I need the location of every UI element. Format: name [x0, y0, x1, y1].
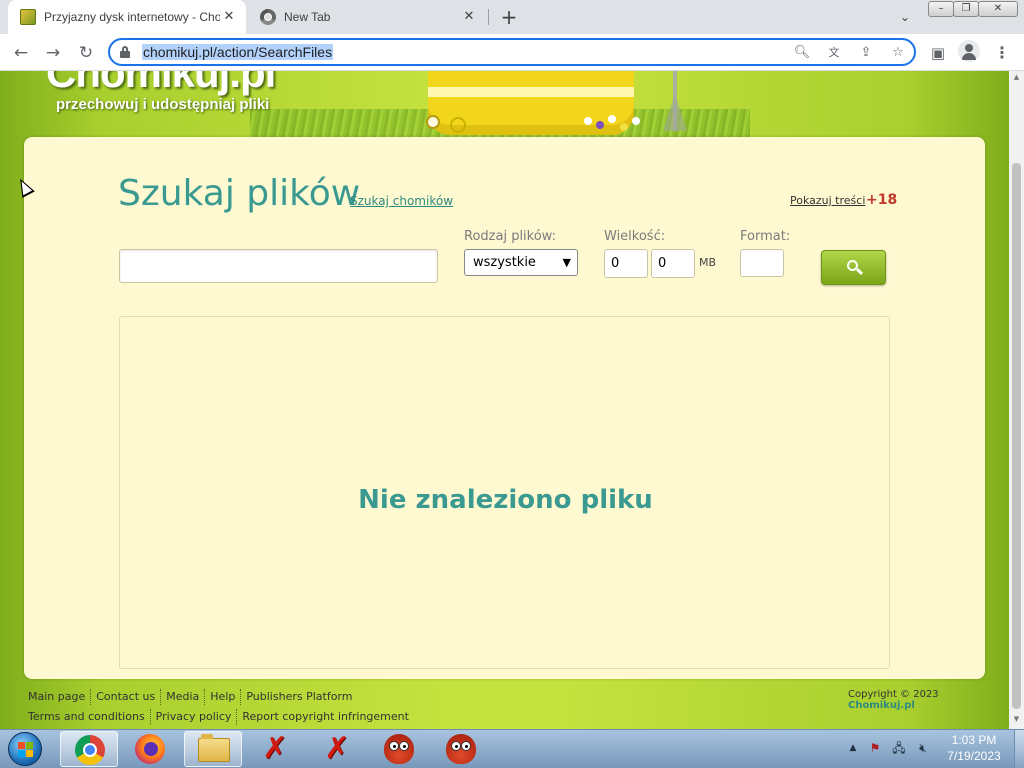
footer-link-publishers[interactable]: Publishers Platform — [241, 689, 357, 705]
tab-title: Przyjazny dysk internetowy - Cho — [44, 10, 220, 24]
footer-link-report-copyright[interactable]: Report copyright infringement — [237, 709, 414, 725]
site-tagline: przechowuj i udostępniaj pliki — [56, 96, 270, 113]
file-type-select[interactable]: wszystkie ▼ — [464, 249, 578, 276]
tab-separator — [488, 9, 489, 25]
file-type-label: Rodzaj plików: — [464, 229, 556, 244]
start-button[interactable] — [4, 730, 48, 768]
tab-close-icon[interactable]: ✕ — [220, 8, 238, 26]
search-icon[interactable]: 🔍︎ — [792, 43, 812, 63]
adult-badge[interactable]: +18 — [866, 192, 897, 208]
no-results-message: Nie znaleziono pliku — [358, 485, 653, 515]
flowers-image — [580, 111, 650, 135]
footer-link-terms[interactable]: Terms and conditions — [28, 709, 151, 725]
volume-muted-icon[interactable]: 🔇︎ — [914, 739, 932, 757]
taskbar-app-red-x-2[interactable]: ✗ — [308, 731, 366, 767]
copyright-text: Copyright © 2023 — [848, 689, 939, 700]
page-viewport: Chomikuj.pl przechowuj i udostępniaj pli… — [0, 71, 1009, 729]
windows-logo-icon — [8, 732, 42, 766]
tab-close-icon[interactable]: ✕ — [460, 8, 478, 26]
chrome-favicon-icon — [260, 9, 276, 25]
taskbar-firefox[interactable] — [121, 731, 179, 767]
address-bar[interactable]: chomikuj.pl/action/SearchFiles 🔍︎ 文 ⇪ ☆ — [108, 38, 916, 66]
clock-date: 7/19/2023 — [947, 749, 1001, 763]
copyright: Copyright © 2023 Chomikuj.pl — [848, 689, 988, 711]
url-text[interactable]: chomikuj.pl/action/SearchFiles — [142, 44, 334, 60]
back-button[interactable]: ← — [8, 40, 34, 66]
show-adult-content-link[interactable]: Pokazuj treści — [790, 194, 865, 207]
eiffel-tower-image — [660, 71, 690, 131]
scroll-down-icon[interactable]: ▼ — [1012, 715, 1021, 724]
forward-button[interactable]: → — [40, 40, 66, 66]
owl-app-icon — [446, 734, 476, 764]
profile-avatar-icon[interactable] — [958, 40, 980, 62]
show-desktop-button[interactable] — [1014, 730, 1024, 768]
chomikuj-favicon-icon — [20, 9, 36, 25]
results-area: Nie znaleziono pliku — [119, 316, 890, 669]
scrollbar-thumb[interactable] — [1012, 163, 1021, 709]
star-icon[interactable]: ☆ — [888, 43, 908, 63]
menu-icon[interactable]: ⋮ — [990, 41, 1014, 65]
taskbar-app-owl-2[interactable] — [432, 731, 490, 767]
translate-icon[interactable]: 文 — [824, 43, 844, 63]
footer-links-row-1: Main page Contact us Media Help Publishers P… — [28, 689, 357, 705]
page-title: Szukaj plików — [118, 173, 361, 214]
copyright-brand-link[interactable]: Chomikuj.pl — [848, 700, 915, 711]
tab-search-chevron-icon[interactable]: ⌄ — [894, 6, 916, 28]
footer-link-media[interactable]: Media — [161, 689, 206, 705]
red-x-app-icon: ✗ — [262, 731, 288, 766]
action-center-flag-icon[interactable]: ⚑ — [866, 739, 884, 757]
page-scrollbar[interactable]: ▲ ▼ — [1009, 71, 1024, 729]
window-close-button[interactable]: ✕ — [978, 1, 1018, 17]
clock-time: 1:03 PM — [951, 733, 997, 747]
size-unit-label: MB — [699, 256, 717, 269]
size-label: Wielkość: — [604, 229, 666, 244]
taskbar-chrome[interactable] — [60, 731, 118, 767]
chevron-down-icon: ▼ — [562, 256, 571, 269]
format-label: Format: — [740, 229, 791, 244]
size-max-input[interactable]: 0 — [651, 249, 695, 278]
file-type-selected-value: wszystkie — [473, 255, 536, 270]
footer-link-help[interactable]: Help — [205, 689, 242, 705]
taskbar-clock[interactable]: 1:03 PM 7/19/2023 — [936, 732, 1012, 764]
lock-icon[interactable] — [120, 46, 130, 58]
search-query-input[interactable] — [119, 249, 438, 283]
window-minimize-button[interactable]: – — [928, 1, 954, 17]
search-button[interactable] — [821, 250, 886, 285]
browser-tab-strip: Przyjazny dysk internetowy - Cho ✕ New T… — [0, 0, 1024, 34]
taskbar-file-explorer[interactable] — [184, 731, 242, 767]
firefox-icon — [135, 734, 165, 764]
network-icon[interactable]: 🖧︎ — [890, 739, 908, 757]
chrome-icon — [75, 735, 105, 765]
file-explorer-icon — [198, 734, 230, 762]
tab-chomikuj[interactable]: Przyjazny dysk internetowy - Cho ✕ — [8, 0, 246, 34]
browser-toolbar: ← → ↻ chomikuj.pl/action/SearchFiles 🔍︎ … — [0, 34, 1024, 71]
header-banner: Chomikuj.pl przechowuj i udostępniaj pli… — [0, 71, 1009, 137]
red-x-app-icon: ✗ — [324, 731, 350, 766]
new-tab-button[interactable]: + — [497, 5, 521, 29]
show-hidden-icons-chevron-icon[interactable]: ▲ — [844, 739, 862, 757]
share-icon[interactable]: ⇪ — [856, 43, 876, 63]
taskbar-app-red-x-1[interactable]: ✗ — [246, 731, 304, 767]
tab-new-tab[interactable]: New Tab ✕ — [250, 0, 486, 34]
footer-links-row-2: Terms and conditions Privacy policy Report… — [28, 709, 414, 725]
window-maximize-button[interactable]: ❐ — [953, 1, 979, 17]
side-panel-icon[interactable]: ▣ — [926, 41, 950, 65]
search-panel: Szukaj plików Szukaj chomików Pokazuj tr… — [24, 137, 985, 679]
windows-taskbar: ✗ ✗ ▲ ⚑ 🖧︎ 🔇︎ 1:03 PM 7/19/2023 — [0, 729, 1024, 768]
footer-link-main-page[interactable]: Main page — [28, 689, 92, 705]
search-chomiki-link[interactable]: Szukaj chomików — [350, 194, 453, 208]
tab-title: New Tab — [284, 10, 331, 24]
format-input[interactable] — [740, 249, 784, 277]
footer-link-contact[interactable]: Contact us — [91, 689, 162, 705]
taskbar-app-owl-1[interactable] — [370, 731, 428, 767]
scroll-up-icon[interactable]: ▲ — [1012, 73, 1021, 82]
reload-button[interactable]: ↻ — [73, 40, 99, 66]
owl-app-icon — [384, 734, 414, 764]
size-min-input[interactable]: 0 — [604, 249, 648, 278]
site-logo[interactable]: Chomikuj.pl — [46, 71, 276, 97]
footer-link-privacy[interactable]: Privacy policy — [151, 709, 238, 725]
